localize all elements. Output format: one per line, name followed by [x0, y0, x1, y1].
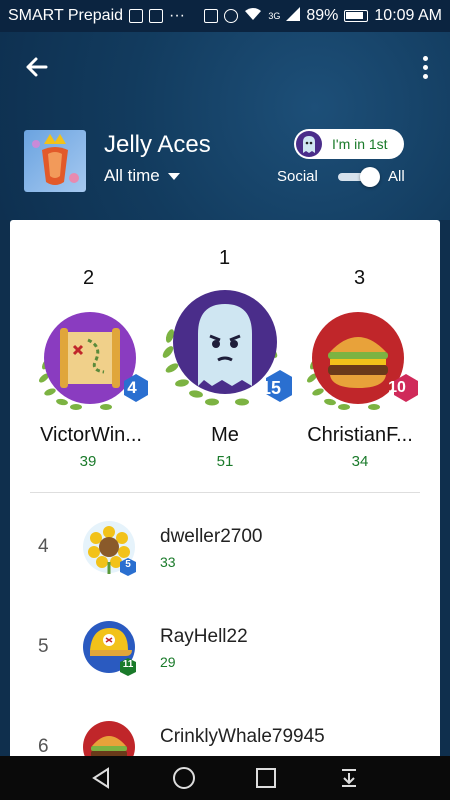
podium-rank-1: 1: [219, 247, 231, 269]
carrier-label: SMART Prepaid: [8, 7, 124, 24]
clock: 10:09 AM: [374, 7, 442, 24]
nav-pulldown-icon: [341, 769, 356, 787]
list-item[interactable]: 4 5 dweller2700 33: [10, 496, 440, 596]
game-title: Jelly Aces: [104, 131, 211, 158]
alarm-icon: [224, 9, 239, 23]
list-player-name: RayHell22: [160, 626, 248, 647]
list-item[interactable]: 6 CrinklyWhale79945: [10, 696, 440, 760]
nav-back-icon: [92, 767, 110, 789]
podium-name-2[interactable]: VictorWin...: [28, 424, 154, 447]
list-level-badge: 5: [125, 559, 131, 570]
status-bar: SMART Prepaid ··· 3G 89% 10:09 AM: [0, 0, 450, 32]
leaderboard-card: 2 1 3 4 15 10 VictorWin... 39 Me 51 Chri…: [10, 220, 440, 760]
podium-score-2: 39: [79, 453, 97, 470]
nav-recents-button[interactable]: [251, 763, 281, 793]
time-filter-dropdown[interactable]: All time: [104, 166, 180, 186]
list-player-name: dweller2700: [160, 526, 263, 547]
nav-home-icon: [172, 767, 195, 789]
podium-score-3: 34: [351, 453, 369, 470]
podium-rank-3: 3: [354, 267, 366, 289]
time-filter-label: All time: [104, 166, 160, 185]
podium-divider: [30, 492, 420, 493]
arrow-left-icon: [26, 57, 48, 77]
nav-recents-icon: [256, 768, 277, 788]
social-label: Social: [277, 168, 318, 185]
podium-level-badge-3: 10: [388, 379, 406, 396]
more-options-button[interactable]: [416, 52, 434, 82]
wifi-icon: [244, 7, 262, 26]
notification-app-icon: [129, 9, 144, 23]
nav-home-button[interactable]: [169, 763, 199, 793]
podium-avatar-3[interactable]: [302, 306, 420, 421]
ghost-icon: [296, 131, 322, 157]
my-rank-chip[interactable]: I'm in 1st: [294, 129, 404, 159]
podium-avatar-1[interactable]: [158, 286, 294, 419]
podium-avatar-2[interactable]: [32, 306, 150, 421]
list-rank: 5: [38, 636, 49, 657]
podium-name-3[interactable]: ChristianF...: [298, 424, 422, 447]
battery-icon: [344, 10, 369, 22]
podium-rank-2: 2: [83, 267, 95, 289]
more-vert-icon: [422, 55, 428, 61]
list-rank: 6: [38, 736, 49, 757]
list-level-badge: 11: [122, 659, 134, 670]
leaderboard-header: Jelly Aces All time I'm in 1st Social Al…: [0, 32, 450, 220]
podium-level-badge-2: 4: [127, 378, 137, 397]
podium-name-1[interactable]: Me: [165, 424, 285, 447]
list-rank: 4: [38, 536, 49, 557]
system-nav-bar: [0, 756, 450, 800]
toggle-knob: [360, 167, 380, 187]
network-type-label: 3G: [268, 11, 281, 21]
battery-percent: 89%: [306, 7, 339, 24]
game-icon: [24, 130, 86, 192]
list-score: 33: [160, 554, 176, 570]
notification-more-icon: ···: [169, 7, 185, 24]
podium-score-1: 51: [216, 453, 234, 470]
social-all-toggle[interactable]: [336, 165, 380, 189]
rank-chip-label: I'm in 1st: [332, 136, 388, 152]
list-item[interactable]: 5 11 RayHell22 29: [10, 596, 440, 696]
notification-gallery-icon: [149, 9, 164, 23]
list-score: 29: [160, 654, 176, 670]
signal-icon: [286, 6, 301, 26]
burger-avatar: [82, 720, 140, 760]
back-button[interactable]: [18, 52, 52, 82]
caret-down-icon: [167, 172, 180, 180]
podium-level-badge-1: 15: [260, 378, 282, 398]
vibrate-icon: [204, 9, 219, 23]
nav-back-button[interactable]: [86, 763, 116, 793]
all-label: All: [388, 168, 405, 185]
list-player-name: CrinklyWhale79945: [160, 726, 325, 747]
nav-pulldown-button[interactable]: [334, 763, 364, 793]
